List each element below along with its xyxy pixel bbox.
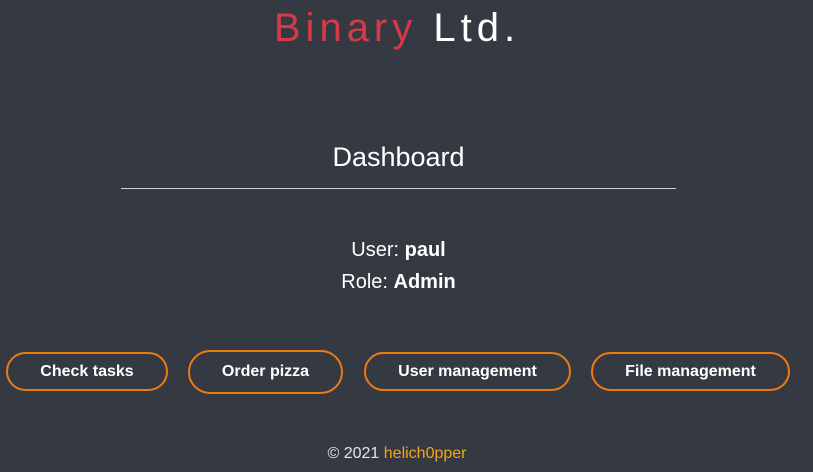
user-label: User:	[351, 239, 400, 261]
brand-name-primary: Binary	[273, 6, 418, 50]
order-pizza-button[interactable]: Order pizza	[188, 350, 343, 394]
brand-name-secondary: Ltd.	[433, 6, 521, 50]
footer: © 2021 helich0pper	[0, 444, 794, 464]
user-management-button[interactable]: User management	[364, 352, 571, 391]
role-label: Role:	[341, 271, 388, 293]
title-divider	[121, 188, 676, 189]
user-name: paul	[404, 239, 446, 261]
check-tasks-button[interactable]: Check tasks	[6, 352, 168, 391]
user-info: User: paul	[121, 237, 676, 263]
footer-author-link[interactable]: helich0pper	[384, 445, 467, 462]
page-title: Dashboard	[332, 142, 465, 172]
file-management-button[interactable]: File management	[591, 352, 790, 391]
brand-logo: Binary Ltd.	[0, 4, 794, 52]
footer-copyright: © 2021	[327, 445, 380, 462]
role-value: Admin	[393, 271, 456, 293]
role-info: Role: Admin	[121, 269, 676, 295]
